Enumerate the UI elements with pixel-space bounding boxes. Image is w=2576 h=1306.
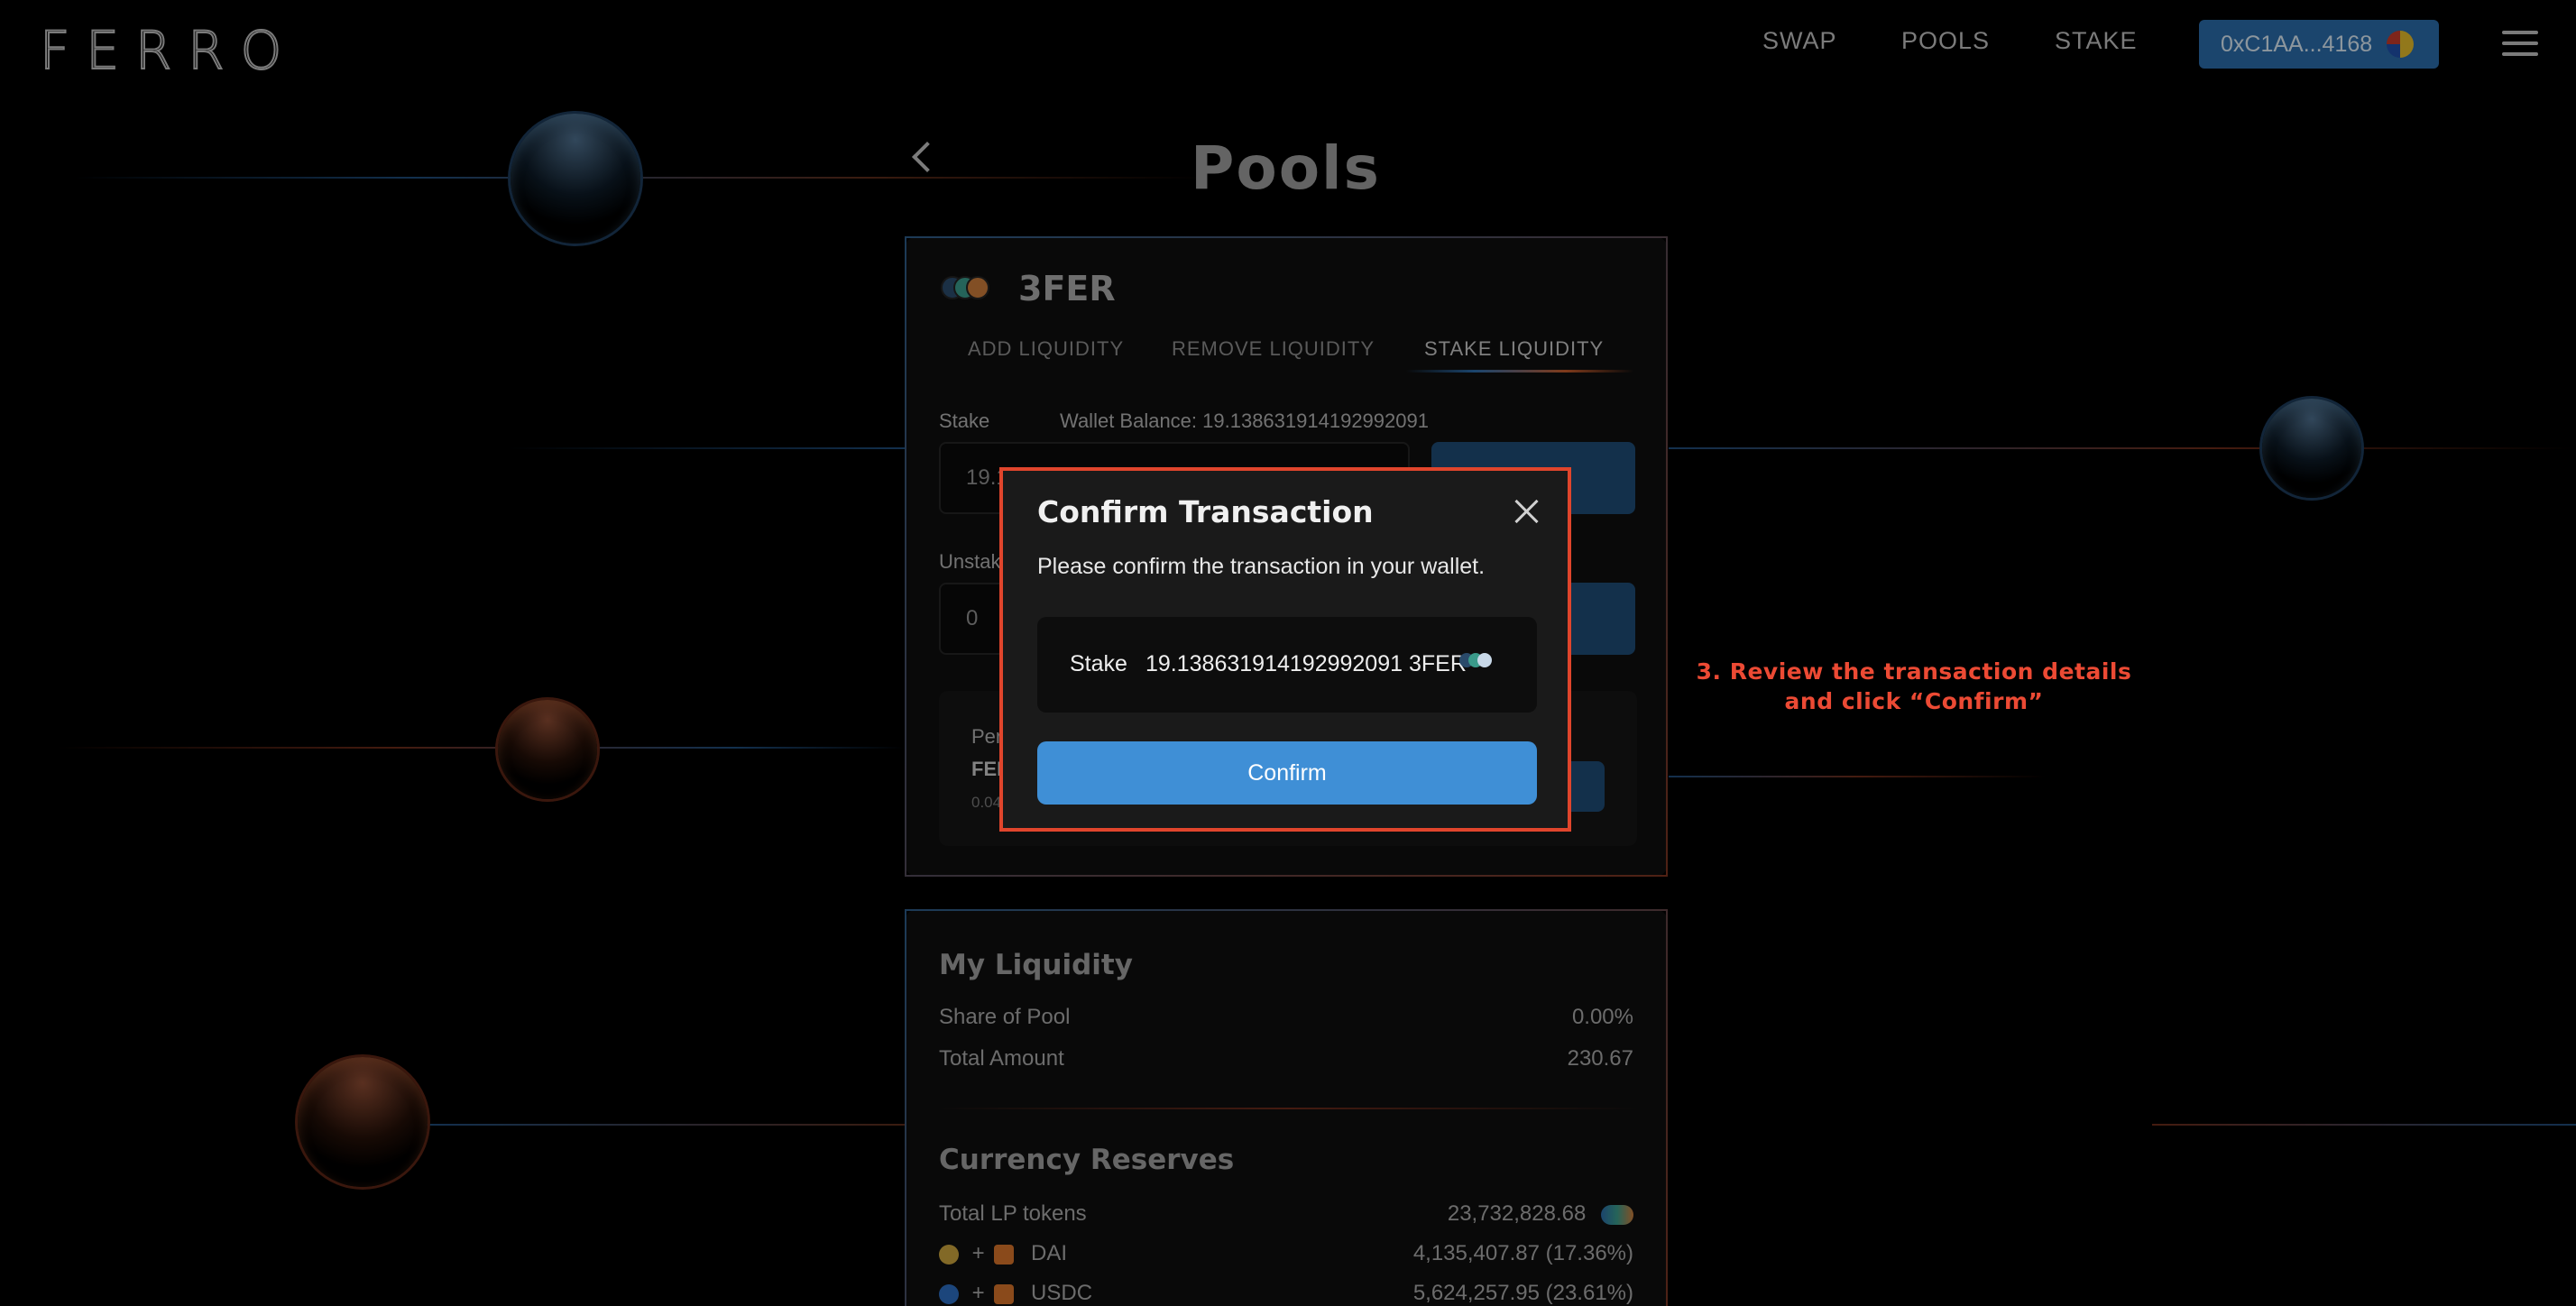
- detail-label: Stake: [1070, 651, 1127, 676]
- pool-token-icon: [1459, 651, 1495, 675]
- transaction-detail: Stake 19.138631914192992091 3FER: [1037, 617, 1537, 713]
- detail-value: 19.138631914192992091 3FER: [1145, 651, 1467, 676]
- modal-title: Confirm Transaction: [1037, 494, 1374, 529]
- tutorial-annotation: 3. Review the transaction details and cl…: [1679, 657, 2148, 716]
- annotation-line-2: and click “Confirm”: [1784, 688, 2044, 714]
- confirm-button[interactable]: Confirm: [1037, 741, 1537, 805]
- modal-message: Please confirm the transaction in your w…: [1037, 554, 1486, 579]
- annotation-line-1: 3. Review the transaction details: [1696, 658, 2132, 685]
- confirm-transaction-modal: Confirm Transaction Please confirm the t…: [999, 467, 1571, 832]
- close-icon[interactable]: [1513, 498, 1541, 525]
